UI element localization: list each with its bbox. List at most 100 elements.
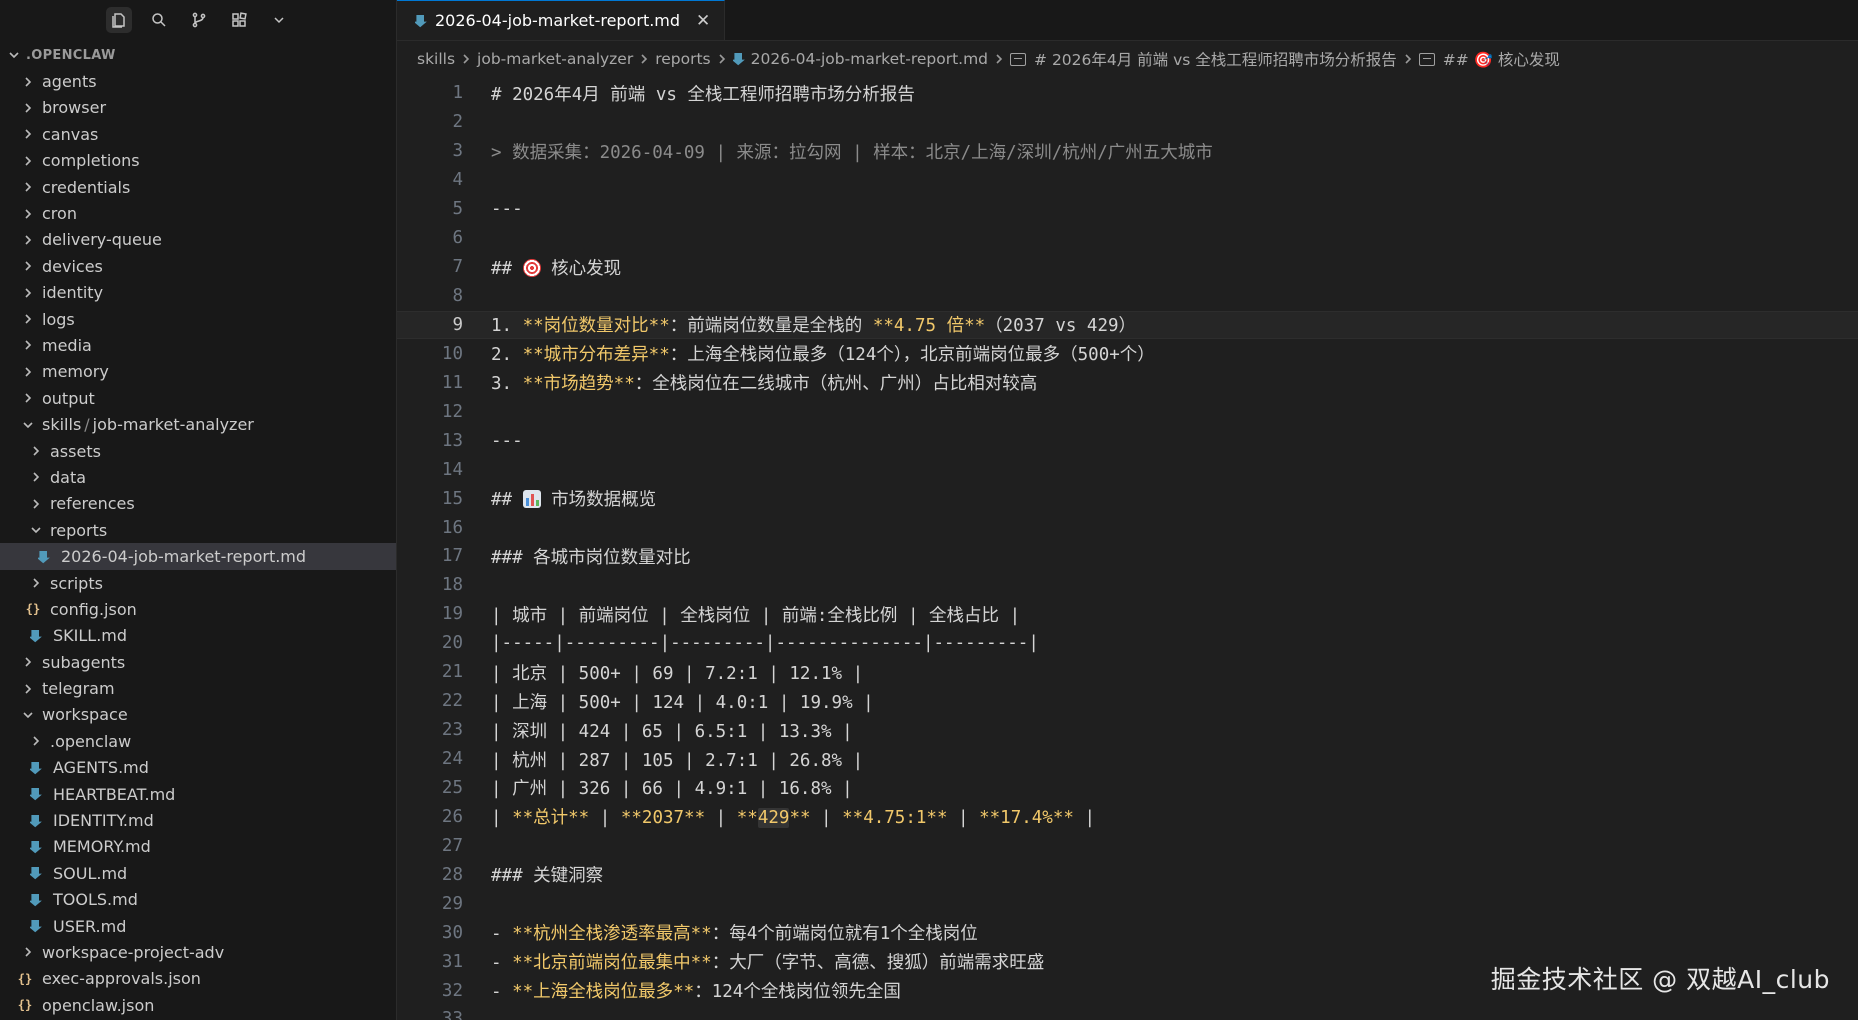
code-line[interactable]: 14 (397, 455, 1858, 484)
line-number: 12 (441, 401, 463, 422)
path-separator: / (84, 415, 90, 435)
explorer-sidebar: .OPENCLAW agents browser canvas completions c… (0, 0, 397, 1020)
file-item[interactable]: {} exec-approvals.json (0, 966, 396, 992)
text-token: **总计** (512, 808, 590, 829)
code-line[interactable]: 17 ### 各城市岗位数量对比 (397, 542, 1858, 571)
folder-item[interactable]: agents (0, 68, 396, 94)
code-line[interactable]: 3 > 数据采集：2026-04-09 | 来源：拉勾网 | 样本：北京/上海/深… (397, 137, 1858, 166)
code-line[interactable]: 27 (397, 831, 1858, 860)
line-content: 2. **城市分布差异**：上海全栈岗位最多（124个），北京前端岗位最多（50… (491, 341, 1155, 366)
code-line[interactable]: 9 1. **岗位数量对比**：前端岗位数量是全栈的 **4.75 倍**（203… (397, 310, 1858, 340)
code-line[interactable]: 2 (397, 108, 1858, 137)
search-icon[interactable] (146, 7, 172, 33)
folder-item[interactable]: reports (0, 517, 396, 543)
code-editor[interactable]: 1 # 2026年4月 前端 vs 全栈工程师招聘市场分析报告 2 3 > 数据采集：2… (397, 79, 1858, 1020)
breadcrumb-item[interactable]: reports (655, 50, 710, 68)
code-line[interactable]: 12 (397, 397, 1858, 426)
folder-item[interactable]: credentials (0, 174, 396, 200)
folder-item[interactable]: cron (0, 200, 396, 226)
tab-active-file[interactable]: 2026-04-job-market-report.md ✕ (397, 0, 726, 40)
folder-item[interactable]: memory (0, 359, 396, 385)
folder-item[interactable]: browser (0, 95, 396, 121)
file-item[interactable]: USER.md (0, 913, 396, 939)
folder-item[interactable]: media (0, 332, 396, 358)
folder-item[interactable]: assets (0, 438, 396, 464)
folder-item[interactable]: devices (0, 253, 396, 279)
code-line[interactable]: 7 ## 核心发现 (397, 253, 1858, 282)
close-icon[interactable]: ✕ (696, 11, 710, 31)
code-line[interactable]: 20 |-----|---------|---------|-----------… (397, 629, 1858, 658)
text-token: ：全栈岗位在二线城市（杭州、广州）占比相对较高 (634, 374, 1038, 395)
folder-item[interactable]: scripts (0, 570, 396, 596)
code-line[interactable]: 21 | 北京 | 500+ | 69 | 7.2:1 | 12.1% | (397, 658, 1858, 687)
folder-item[interactable]: output (0, 385, 396, 411)
code-line[interactable]: 1 # 2026年4月 前端 vs 全栈工程师招聘市场分析报告 (397, 79, 1858, 108)
folder-item[interactable]: delivery-queue (0, 227, 396, 253)
tree-item-label: config.json (50, 599, 137, 619)
file-item[interactable]: IDENTITY.md (0, 807, 396, 833)
code-line[interactable]: 25 | 广州 | 326 | 66 | 4.9:1 | 16.8% | (397, 774, 1858, 803)
breadcrumb-file[interactable]: 2026-04-job-market-report.md (732, 50, 988, 68)
code-line[interactable]: 5 --- (397, 195, 1858, 224)
code-line[interactable]: 16 (397, 513, 1858, 542)
files-icon[interactable] (106, 7, 132, 33)
folder-item[interactable]: references (0, 491, 396, 517)
folder-item[interactable]: workspace-project-adv (0, 939, 396, 965)
code-line[interactable]: 13 --- (397, 426, 1858, 455)
folder-item[interactable]: workspace (0, 702, 396, 728)
code-line[interactable]: 26 | **总计** | **2037** | **429** | **4.75… (397, 802, 1858, 831)
folder-item[interactable]: identity (0, 280, 396, 306)
code-line[interactable]: 24 | 杭州 | 287 | 105 | 2.7:1 | 26.8% | (397, 745, 1858, 774)
file-item[interactable]: {} openclaw.json (0, 992, 396, 1018)
folder-item[interactable]: logs (0, 306, 396, 332)
file-item[interactable]: SKILL.md (0, 623, 396, 649)
code-line[interactable]: 10 2. **城市分布差异**：上海全栈岗位最多（124个），北京前端岗位最多（… (397, 339, 1858, 368)
folder-item[interactable]: canvas (0, 121, 396, 147)
folder-item[interactable]: completions (0, 148, 396, 174)
folder-item[interactable]: telegram (0, 675, 396, 701)
code-line[interactable]: 18 (397, 571, 1858, 600)
breadcrumb-item[interactable]: skills (417, 50, 455, 68)
extensions-icon[interactable] (226, 7, 252, 33)
code-line[interactable]: 29 (397, 889, 1858, 918)
code-line[interactable]: 22 | 上海 | 500+ | 124 | 4.0:1 | 19.9% | (397, 687, 1858, 716)
file-item[interactable]: {} config.json (0, 596, 396, 622)
chevron-right-icon (28, 575, 44, 591)
tree-item-label: workspace (42, 705, 128, 725)
chevron-right-icon (20, 681, 36, 697)
breadcrumb-symbol[interactable]: ## 🎯 核心发现 (1418, 48, 1560, 70)
breadcrumb-symbol[interactable]: # 2026年4月 前端 vs 全栈工程师招聘市场分析报告 (1010, 48, 1397, 70)
explorer-toolbar (0, 0, 396, 40)
source-control-icon[interactable] (186, 7, 212, 33)
code-line[interactable]: 23 | 深圳 | 424 | 65 | 6.5:1 | 13.3% | (397, 716, 1858, 745)
chevron-right-icon (20, 74, 36, 90)
chevron-right-icon (20, 390, 36, 406)
folder-item[interactable]: skills / job-market-analyzer (0, 411, 396, 437)
file-item[interactable]: MEMORY.md (0, 834, 396, 860)
file-item[interactable]: 2026-04-job-market-report.md (0, 543, 396, 570)
code-line[interactable]: 30 - **杭州全栈渗透率最高**：每4个前端岗位就有1个全栈岗位 (397, 918, 1858, 947)
folder-item[interactable]: data (0, 464, 396, 490)
file-item[interactable]: TOOLS.md (0, 887, 396, 913)
markdown-icon (28, 918, 44, 934)
file-item[interactable]: AGENTS.md (0, 755, 396, 781)
folder-item[interactable]: subagents (0, 649, 396, 675)
code-line[interactable]: 15 ## 市场数据概览 (397, 484, 1858, 513)
code-line[interactable]: 33 (397, 1005, 1858, 1020)
tree-item-label: IDENTITY.md (53, 811, 154, 831)
text-token: --- (491, 199, 523, 220)
code-line[interactable]: 8 (397, 282, 1858, 311)
code-line[interactable]: 11 3. **市场趋势**：全栈岗位在二线城市（杭州、广州）占比相对较高 (397, 368, 1858, 397)
file-item[interactable]: HEARTBEAT.md (0, 781, 396, 807)
file-item[interactable]: SOUL.md (0, 860, 396, 886)
code-line[interactable]: 28 ### 关键洞察 (397, 860, 1858, 889)
code-line[interactable]: 4 (397, 166, 1858, 195)
line-number: 28 (441, 864, 463, 885)
line-content: | 北京 | 500+ | 69 | 7.2:1 | 12.1% | (491, 660, 863, 685)
breadcrumb-item[interactable]: job-market-analyzer (477, 50, 633, 68)
folder-item[interactable]: .openclaw (0, 728, 396, 754)
explorer-root-header[interactable]: .OPENCLAW (0, 42, 396, 68)
code-line[interactable]: 6 (397, 224, 1858, 253)
chevron-down-icon[interactable] (266, 7, 292, 33)
code-line[interactable]: 19 | 城市 | 前端岗位 | 全栈岗位 | 前端:全栈比例 | 全栈占比 | (397, 600, 1858, 629)
